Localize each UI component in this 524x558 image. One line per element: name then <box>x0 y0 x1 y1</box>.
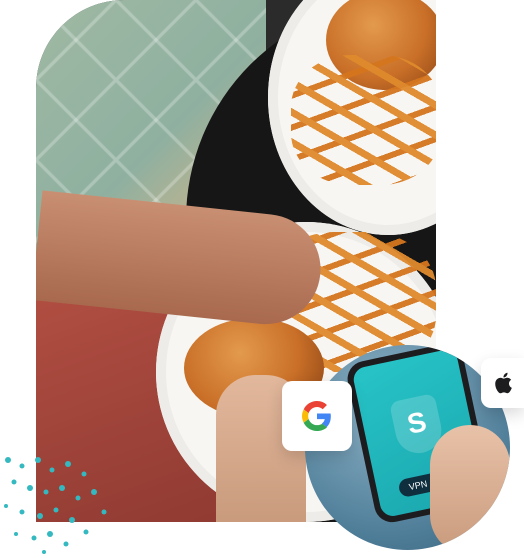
surfshark-logo: S <box>404 405 430 440</box>
fries-top <box>291 55 436 185</box>
google-icon <box>302 401 331 431</box>
apple-icon <box>494 372 512 394</box>
decorative-dots <box>4 457 107 554</box>
holding-hand <box>430 425 510 550</box>
google-badge[interactable] <box>282 381 352 451</box>
apple-badge[interactable] <box>481 358 524 408</box>
vpn-label: VPN <box>408 478 429 493</box>
